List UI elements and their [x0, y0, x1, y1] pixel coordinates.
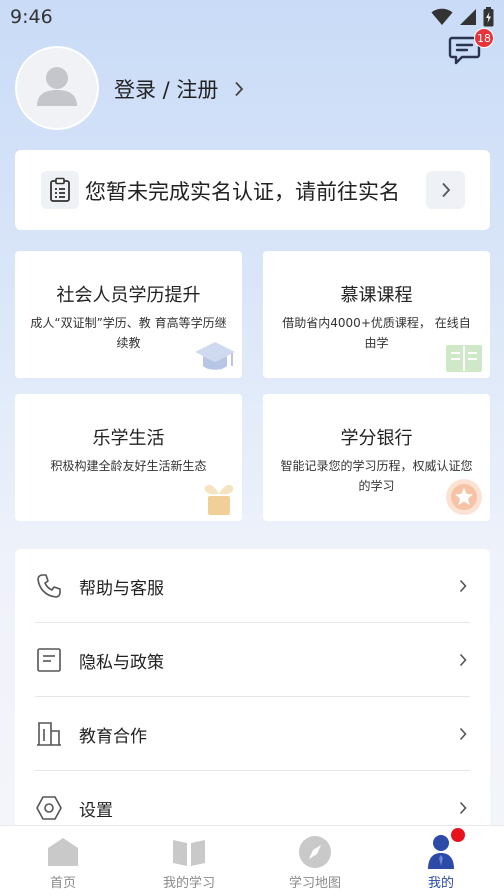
- graduation-cap-icon: [195, 342, 235, 370]
- battery-icon: [483, 7, 494, 27]
- default-user-icon: [37, 67, 77, 106]
- document-icon: [35, 646, 63, 674]
- feature-card-mooc[interactable]: 慕课课程 借助省内4000+优质课程， 在线自由学: [263, 251, 490, 378]
- building-icon: [35, 720, 63, 748]
- book-icon: [170, 834, 208, 870]
- status-time: 9:46: [10, 6, 53, 28]
- feature-title: 社会人员学历提升: [56, 285, 201, 306]
- feature-card-life[interactable]: 乐学生活 积极构建全龄友好生活新生态: [15, 394, 242, 521]
- tab-mine[interactable]: 我的: [378, 826, 504, 896]
- tab-label: 我的学习: [162, 876, 215, 891]
- tab-label: 学习地图: [288, 876, 341, 891]
- signal-icon: [460, 9, 476, 25]
- menu-item-cooperation[interactable]: 教育合作: [35, 697, 470, 771]
- phone-icon: [35, 572, 63, 600]
- chevron-right-icon: [456, 579, 470, 593]
- menu-item-privacy[interactable]: 隐私与政策: [35, 623, 470, 697]
- feature-card-degree[interactable]: 社会人员学历提升 成人“双证制”学历、教 育高等学历继续教: [15, 251, 242, 378]
- feature-title: 乐学生活: [92, 428, 165, 449]
- feature-title: 学分银行: [340, 428, 413, 449]
- menu-label: 教育合作: [79, 726, 147, 747]
- bottom-tab-bar: 首页 我的学习 学习地图 我的: [0, 825, 504, 896]
- real-name-verification-card[interactable]: 您暂未完成实名认证，请前往实名: [15, 150, 490, 230]
- open-book-icon: [446, 345, 482, 372]
- menu-label: 设置: [79, 800, 113, 821]
- tab-learning-map[interactable]: 学习地图: [252, 826, 378, 896]
- notification-dot: [451, 828, 465, 842]
- home-icon: [44, 834, 82, 870]
- clipboard-icon: [41, 171, 79, 209]
- verification-prompt: 您暂未完成实名认证，请前往实名: [85, 180, 400, 204]
- feature-desc: 积极构建全龄友好生活新生态: [50, 459, 207, 473]
- tab-home[interactable]: 首页: [0, 826, 126, 896]
- menu-item-help[interactable]: 帮助与客服: [35, 549, 470, 623]
- tab-my-learning[interactable]: 我的学习: [126, 826, 252, 896]
- feature-title: 慕课课程: [340, 285, 413, 306]
- login-register-link[interactable]: 登录 / 注册: [114, 72, 244, 106]
- message-badge: 18: [474, 28, 494, 48]
- chevron-right-icon: [456, 727, 470, 741]
- sprout-pot-icon: [204, 484, 234, 515]
- compass-icon: [296, 834, 334, 870]
- tab-label: 首页: [49, 876, 76, 891]
- verification-arrow-button[interactable]: [426, 171, 465, 209]
- avatar[interactable]: [15, 46, 99, 130]
- settings-hexagon-icon: [35, 794, 63, 822]
- chevron-right-icon: [235, 81, 244, 97]
- settings-menu: 帮助与客服 隐私与政策 教育合作 设置: [15, 549, 490, 849]
- message-button[interactable]: 18: [448, 28, 494, 66]
- chevron-right-icon: [441, 182, 450, 198]
- tab-label: 我的: [427, 876, 454, 891]
- wifi-icon: [431, 8, 453, 25]
- chevron-right-icon: [456, 801, 470, 815]
- star-medal-icon: [446, 479, 482, 515]
- login-label: 登录 / 注册: [114, 78, 219, 102]
- menu-label: 帮助与客服: [79, 578, 164, 599]
- feature-card-credit-bank[interactable]: 学分银行 智能记录您的学习历程，权威认证您的学习: [263, 394, 490, 521]
- status-bar: 9:46: [0, 0, 504, 34]
- menu-label: 隐私与政策: [79, 652, 164, 673]
- status-icons: [431, 7, 494, 27]
- chevron-right-icon: [456, 653, 470, 667]
